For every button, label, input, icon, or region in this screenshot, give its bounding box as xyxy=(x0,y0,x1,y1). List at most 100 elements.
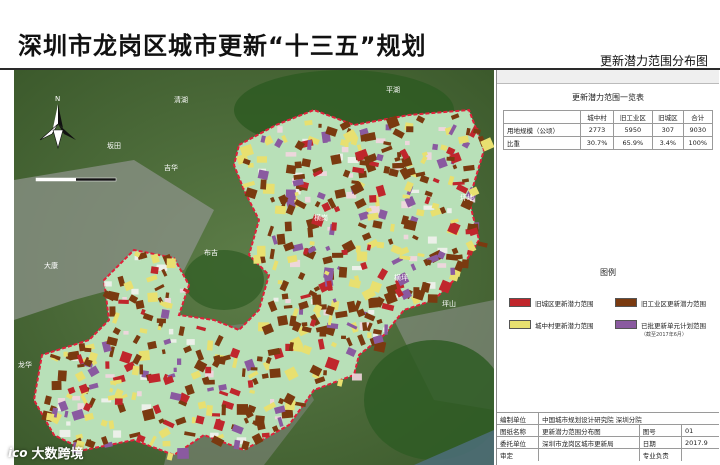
renewal-patch xyxy=(165,292,170,299)
renewal-patch xyxy=(384,324,388,335)
renewal-patch xyxy=(211,413,221,417)
table-cell: 30.7% xyxy=(580,136,614,150)
legend-side-panel: 更新潜力范围一览表 城中村 旧工业区 旧城区 合计 用地规模（公顷） 2773 … xyxy=(496,70,719,465)
legend-label: 旧城区更新潜力范围 xyxy=(535,300,594,308)
scale-bar xyxy=(35,177,117,182)
built-up-patch xyxy=(403,234,409,240)
legend-swatch-urban-village xyxy=(509,320,531,329)
info-value xyxy=(538,448,640,461)
legend-item-old-city: 旧城区更新潜力范围 xyxy=(509,298,594,308)
table-header-cell: 旧城区 xyxy=(652,110,684,124)
renewal-patch xyxy=(109,306,116,317)
map-title: 深圳市龙岗区城市更新“十三五”规划 xyxy=(18,32,427,60)
info-label: 审定 xyxy=(497,448,540,461)
renewal-patch xyxy=(281,293,289,300)
renewal-patch xyxy=(304,119,313,126)
place-label: 大康 xyxy=(44,261,58,270)
renewal-patch xyxy=(45,412,55,421)
renewal-patch xyxy=(446,156,455,162)
table-cell: 65.9% xyxy=(612,136,654,150)
renewal-patch xyxy=(269,368,281,379)
built-up-patch xyxy=(186,339,195,345)
renewal-patch xyxy=(294,191,299,196)
renewal-patch xyxy=(256,356,263,362)
info-value: 中国城市规划设计研究院 深圳分院 xyxy=(538,412,719,425)
renewal-patch xyxy=(51,380,62,391)
renewal-patch xyxy=(340,335,346,340)
renewal-patch xyxy=(177,447,189,459)
renewal-patch xyxy=(204,379,215,385)
renewal-patch xyxy=(147,292,159,303)
renewal-patch xyxy=(250,367,258,371)
renewal-patch xyxy=(156,318,166,324)
renewal-patch xyxy=(456,254,463,260)
info-label: 图纸名称 xyxy=(497,424,540,437)
renewal-patch xyxy=(191,417,196,424)
renewal-patch xyxy=(138,350,151,361)
renewal-patch xyxy=(392,162,405,169)
renewal-patch xyxy=(139,364,144,375)
built-up-patch xyxy=(341,146,349,153)
renewal-patch xyxy=(359,160,370,166)
renewal-patch xyxy=(331,252,344,258)
built-up-patch xyxy=(411,189,420,193)
built-up-patch xyxy=(447,208,452,214)
watermark-logo-icon: ico xyxy=(8,445,28,460)
legend-swatch-old-city xyxy=(509,298,531,307)
place-label: 清湖 xyxy=(174,95,188,104)
renewal-patch xyxy=(221,404,226,416)
built-up-patch xyxy=(168,328,174,335)
built-up-patch xyxy=(438,127,446,131)
renewal-patch xyxy=(367,332,372,339)
renewal-patch xyxy=(160,309,170,319)
table-header-cell xyxy=(502,110,582,124)
table-cell: 3.4% xyxy=(652,136,684,150)
legend-title: 图例 xyxy=(600,268,616,277)
renewal-patch xyxy=(293,344,304,353)
info-value: 2017.9 xyxy=(681,436,719,449)
place-label: 横坪 xyxy=(394,273,408,282)
table-row: 比重 30.7% 65.9% 3.4% 100% xyxy=(502,136,714,150)
svg-text:N: N xyxy=(55,95,60,103)
built-up-patch xyxy=(277,126,283,133)
renewal-patch xyxy=(247,380,254,388)
built-up-patch xyxy=(348,173,354,178)
info-label: 日期 xyxy=(639,436,683,449)
renewal-patch xyxy=(301,322,308,327)
watermark-text: 大数跨境 xyxy=(31,447,84,462)
table-header-row: 城中村 旧工业区 旧城区 合计 xyxy=(502,110,714,124)
info-value: 深圳市龙岗区城市更新局 xyxy=(538,436,640,449)
renewal-patch xyxy=(177,358,182,365)
table-header-cell: 城中村 xyxy=(580,110,614,124)
place-label: 布吉 xyxy=(204,248,218,257)
map-canvas: N 清湖 坂田 吉华 大康 龙华 平湖 横岗 坪山 布吉 横坪 坪地 xyxy=(14,70,494,465)
legend-item-urban-village: 城中村更新潜力范围 xyxy=(509,320,594,330)
info-label: 委托单位 xyxy=(497,436,540,449)
legend-label: 已批更新单元计划范围 xyxy=(641,322,706,330)
renewal-patch xyxy=(338,266,348,278)
renewal-patch xyxy=(63,351,68,357)
renewal-patch xyxy=(432,143,439,151)
built-up-patch xyxy=(285,152,297,157)
drawing-info-table: 编制单位 中国城市规划设计研究院 深圳分院 图纸名称 更新潜力范围分布图 图号 … xyxy=(497,412,719,461)
legend-item-approved-units: 已批更新单元计划范围 （截至2017年6月） xyxy=(615,320,706,338)
place-label: 坪地 xyxy=(460,193,474,202)
renewal-patch xyxy=(301,158,312,168)
summary-table-title: 更新潜力范围一览表 xyxy=(572,93,644,102)
renewal-patch xyxy=(276,233,286,245)
legend-note: （截至2017年6月） xyxy=(641,332,687,338)
renewal-patch xyxy=(450,267,456,275)
renewal-patch xyxy=(256,245,266,257)
legend-swatch-old-industrial xyxy=(615,298,637,307)
legend-item-old-industrial: 旧工业区更新潜力范围 xyxy=(615,298,706,308)
renewal-patch xyxy=(406,126,414,133)
table-cell: 用地规模（公顷） xyxy=(502,123,582,137)
built-up-patch xyxy=(123,331,129,335)
built-up-patch xyxy=(437,263,447,268)
table-cell: 100% xyxy=(682,136,714,150)
built-up-patch xyxy=(352,373,362,381)
table-row: 图纸名称 更新潜力范围分布图 图号 01 xyxy=(497,424,719,437)
built-up-patch xyxy=(113,430,122,438)
renewal-patch xyxy=(150,266,159,275)
place-label: 坪山 xyxy=(442,299,456,308)
